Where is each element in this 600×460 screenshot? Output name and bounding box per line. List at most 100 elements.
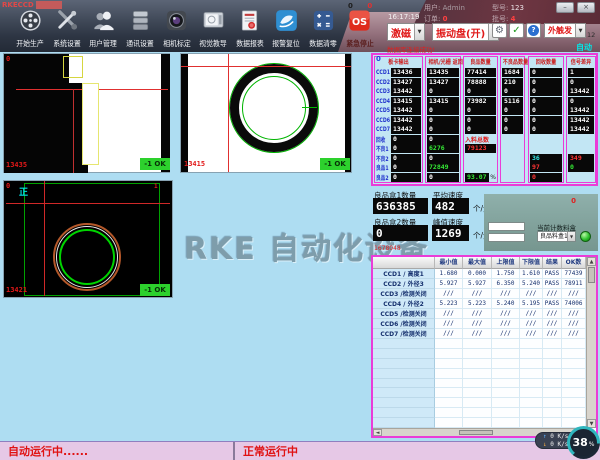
chevron-down-icon[interactable]: ▼ (567, 232, 575, 241)
toolbar-button-label: 数据报表 (236, 38, 264, 49)
result-cell (543, 349, 562, 359)
memory-percent-widget[interactable]: 38 % (567, 426, 600, 459)
stats-cell: 0 (568, 97, 594, 107)
stats-row: 78888 (464, 78, 497, 88)
stats-cell: 13442 (568, 125, 594, 135)
stats-value: 0 (530, 125, 562, 134)
result-cell: /// (492, 289, 520, 299)
scroll-up-icon[interactable]: ▲ (587, 257, 596, 266)
result-row[interactable]: CCD3 /检测关闭////////////////// (373, 289, 586, 299)
camera-view-1[interactable]: 0 13435 -1 OK (3, 53, 170, 173)
result-row[interactable]: CCD5 /检测关闭////////////////// (373, 309, 586, 319)
cam1-roi-box (82, 83, 99, 165)
result-row[interactable]: CCD1 / 高度11.6800.0001.7501.610PASS77439 (373, 269, 586, 279)
toolbar-button-system-settings[interactable]: 系统设置 (49, 9, 86, 49)
result-row[interactable]: CCD6 /检测关闭////////////////// (373, 319, 586, 329)
stats-cell: 0 (465, 125, 496, 135)
result-name (373, 388, 435, 398)
tray-select[interactable]: 良品料盒1 ▼ (537, 231, 576, 242)
stats-row (567, 135, 595, 145)
chevron-down-icon[interactable]: ▼ (414, 24, 424, 40)
stats-row: 0 (529, 78, 563, 88)
stats-cell: 0 (465, 116, 496, 126)
result-cell (520, 418, 543, 428)
trigger-count: 12 (587, 31, 595, 39)
toolbar-button-vision-teaching[interactable]: 视觉教导 (195, 9, 232, 49)
stats-row: 93.07% (464, 173, 497, 183)
result-cell (562, 349, 586, 359)
chevron-down-icon[interactable]: ▼ (575, 24, 585, 37)
toolbar-button-user-management[interactable]: 用户管理 (85, 9, 122, 49)
tray-zero-value: 0 (571, 197, 576, 205)
status-text-normal: 正常运行中 (243, 443, 298, 459)
result-cell (562, 398, 586, 408)
stats-row: 0 (567, 163, 595, 173)
stats-cell: 0 (427, 87, 459, 97)
stats-value: 93.07 (465, 173, 489, 182)
result-row[interactable]: CCD7 /检测关闭////////////////// (373, 329, 586, 339)
stats-row: 13442 (567, 106, 595, 116)
stats-row: 349 (567, 154, 595, 164)
camera-view-2[interactable]: 13415 -1 OK (180, 53, 352, 173)
stats-row (501, 144, 524, 154)
toolbar-button-emergency-stop[interactable]: OS 紧急停止 (341, 9, 378, 49)
toolbar-button-data-clear[interactable]: 数据清零 (305, 9, 342, 49)
result-row-empty (373, 408, 586, 418)
result-cell (543, 408, 562, 418)
help-mini-button[interactable]: ? (526, 23, 541, 38)
result-cell: /// (435, 319, 463, 329)
stats-cell: 13442 (391, 116, 421, 126)
trigger-mode-value: 外触发 (545, 24, 575, 37)
cam2-dark-bar (181, 54, 188, 172)
result-cell (520, 408, 543, 418)
result-cell (562, 359, 586, 369)
close-button[interactable]: × (577, 2, 595, 13)
excitation-button[interactable]: 激磁 ▼ (387, 23, 425, 41)
camera-view-3[interactable]: 0 正 1 13421 -1 OK (3, 180, 173, 298)
stats-row: 0 (426, 135, 460, 145)
stats-cell: 0 (530, 125, 562, 135)
stats-row: 不良20 (375, 154, 422, 164)
trigger-mode-select[interactable]: 外触发 ▼ (544, 23, 586, 38)
minimize-button[interactable]: – (556, 2, 574, 13)
results-vscrollbar[interactable]: ▲ ▼ (586, 257, 596, 428)
result-name: CCD2 / 外径3 (373, 279, 435, 289)
confirm-mini-button[interactable]: ✓ (509, 23, 524, 38)
stats-value: 0 (502, 106, 523, 115)
stats-value: 0 (391, 144, 421, 153)
cam3-orientation-mark: 正 (19, 185, 28, 198)
settings-mini-button[interactable]: ⚙ (492, 23, 507, 38)
stats-value: 0 (465, 116, 496, 125)
result-cell: 5.223 (463, 299, 492, 309)
stats-row (529, 135, 563, 145)
tray-input-2[interactable] (488, 233, 525, 242)
stats-row: 良品10 (375, 163, 422, 173)
toolbar-button-alarm-reset[interactable]: 报警复位 (268, 9, 305, 49)
stats-cell: 13427 (427, 78, 459, 88)
toolbar-button-comm-settings[interactable]: 通讯设置 (122, 9, 159, 49)
toolbar-button-camera-calibration[interactable]: 相机标定 (158, 9, 195, 49)
scroll-left-icon[interactable]: ◄ (373, 429, 382, 436)
stats-row: 0 (426, 154, 460, 164)
stats-value: 0 (427, 135, 459, 144)
result-row[interactable]: CCD4 / 外径25.2235.2235.2405.195PASS74006 (373, 299, 586, 309)
tray-input-1[interactable] (488, 222, 525, 231)
stats-cell: 0 (530, 87, 562, 97)
toolbar-button-start-production[interactable]: 开始生产 (12, 9, 49, 49)
stats-cell: 6276 (427, 144, 459, 154)
titlebar-toolbar: RKECCD 开始生产 系统设置 用户管理 通讯设置 相机标定 视觉教导 (0, 0, 600, 52)
stats-value: 0 (530, 106, 562, 115)
result-cell (492, 388, 520, 398)
result-cell: /// (463, 289, 492, 299)
stats-cell: 0 (530, 173, 562, 183)
stats-corner-value: 0 (376, 55, 381, 63)
result-row[interactable]: CCD2 / 外径35.9275.9276.3505.240PASS78911 (373, 279, 586, 289)
vscroll-thumb[interactable] (588, 267, 595, 283)
stats-value: 72849 (427, 163, 459, 172)
toolbar-button-data-report[interactable]: 数据报表 (232, 9, 269, 49)
stats-cell (530, 135, 562, 145)
cam3-aux-value: 1 (154, 183, 158, 190)
hscroll-thumb[interactable] (459, 430, 493, 435)
vibration-plate-button[interactable]: 振动盘(开) ▼ (432, 23, 499, 41)
stats-value: 13442 (391, 116, 421, 125)
